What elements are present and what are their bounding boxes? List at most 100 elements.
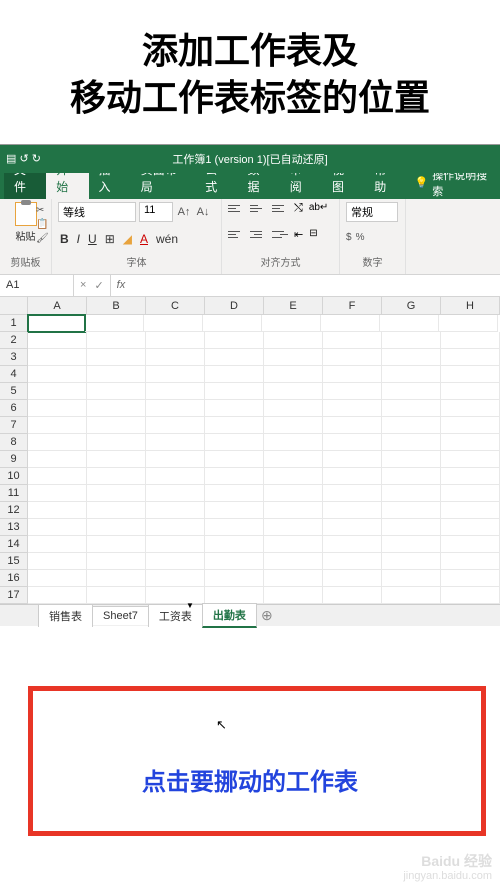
cell[interactable]	[323, 502, 382, 519]
cell[interactable]	[323, 349, 382, 366]
enter-icon[interactable]: ✓	[94, 279, 103, 292]
percent-icon[interactable]: %	[356, 232, 365, 243]
cell[interactable]	[441, 502, 500, 519]
col-header[interactable]: D	[205, 297, 264, 314]
indent-left-icon[interactable]: ⇤	[294, 228, 303, 242]
cell[interactable]	[205, 451, 264, 468]
cell[interactable]	[205, 332, 264, 349]
cell[interactable]	[323, 451, 382, 468]
copy-icon[interactable]: 📋	[36, 219, 49, 230]
font-size-select[interactable]: 11	[139, 202, 173, 222]
cell[interactable]	[146, 519, 205, 536]
cell[interactable]	[441, 553, 500, 570]
cell[interactable]	[264, 332, 323, 349]
cell[interactable]	[205, 468, 264, 485]
cell[interactable]	[28, 502, 87, 519]
cell[interactable]	[87, 400, 146, 417]
cell[interactable]	[28, 536, 87, 553]
cell[interactable]	[441, 587, 500, 604]
row-header[interactable]: 13	[0, 519, 28, 536]
sheet-tab-sales[interactable]: 销售表	[38, 604, 93, 627]
underline-button[interactable]: U	[86, 232, 99, 246]
cell[interactable]	[87, 417, 146, 434]
cell[interactable]	[87, 536, 146, 553]
cell[interactable]	[382, 553, 441, 570]
cell[interactable]	[441, 570, 500, 587]
cell[interactable]	[321, 315, 380, 332]
cell[interactable]	[205, 366, 264, 383]
cell[interactable]	[441, 400, 500, 417]
cell[interactable]	[87, 332, 146, 349]
col-header[interactable]: H	[441, 297, 500, 314]
align-right-icon[interactable]	[272, 228, 288, 242]
align-bottom-icon[interactable]	[272, 202, 288, 216]
cell[interactable]	[205, 383, 264, 400]
cell[interactable]	[382, 468, 441, 485]
cell[interactable]	[323, 400, 382, 417]
italic-button[interactable]: I	[75, 232, 82, 246]
cell[interactable]	[205, 553, 264, 570]
cell[interactable]	[264, 553, 323, 570]
cell[interactable]	[28, 587, 87, 604]
row-header[interactable]: 6	[0, 400, 28, 417]
align-middle-icon[interactable]	[250, 202, 266, 216]
wrap-text-button[interactable]: ab↵	[309, 202, 329, 216]
cell[interactable]	[146, 485, 205, 502]
cell[interactable]	[382, 400, 441, 417]
formula-input[interactable]	[131, 275, 500, 296]
increase-font-icon[interactable]: A↑	[176, 204, 192, 220]
cell[interactable]	[382, 485, 441, 502]
cell[interactable]	[87, 366, 146, 383]
cell[interactable]	[87, 587, 146, 604]
cell[interactable]	[264, 536, 323, 553]
orientation-icon[interactable]: ⤭	[294, 202, 303, 216]
cell[interactable]	[87, 383, 146, 400]
merge-button[interactable]: ⊟	[309, 228, 317, 242]
cell[interactable]	[323, 553, 382, 570]
row-header[interactable]: 9	[0, 451, 28, 468]
cell[interactable]	[146, 383, 205, 400]
row-header[interactable]: 12	[0, 502, 28, 519]
cell[interactable]	[382, 366, 441, 383]
col-header[interactable]: F	[323, 297, 382, 314]
cell[interactable]	[28, 366, 87, 383]
row-header[interactable]: 8	[0, 434, 28, 451]
cell[interactable]	[28, 434, 87, 451]
currency-icon[interactable]: $	[346, 232, 352, 243]
number-format-select[interactable]: 常规	[346, 202, 398, 222]
cell[interactable]	[264, 587, 323, 604]
cell[interactable]	[205, 349, 264, 366]
cell[interactable]	[382, 383, 441, 400]
col-header[interactable]: B	[87, 297, 146, 314]
format-painter-icon[interactable]: 🖌	[36, 233, 49, 244]
sheet-tab-salary[interactable]: 工资表	[148, 604, 203, 627]
cell[interactable]	[264, 519, 323, 536]
cell[interactable]	[28, 485, 87, 502]
cell[interactable]	[264, 434, 323, 451]
cell[interactable]	[28, 383, 87, 400]
row-header[interactable]: 16	[0, 570, 28, 587]
fill-color-button[interactable]: ◢	[121, 232, 134, 246]
row-header[interactable]: 15	[0, 553, 28, 570]
cell[interactable]	[439, 315, 498, 332]
cell[interactable]	[87, 468, 146, 485]
cell[interactable]	[382, 587, 441, 604]
cell[interactable]	[264, 570, 323, 587]
cell[interactable]	[323, 468, 382, 485]
cell[interactable]	[323, 519, 382, 536]
cell[interactable]	[146, 349, 205, 366]
cell[interactable]	[146, 451, 205, 468]
cell[interactable]	[205, 587, 264, 604]
cancel-icon[interactable]: ×	[80, 279, 86, 291]
cell[interactable]	[380, 315, 439, 332]
cell[interactable]	[146, 502, 205, 519]
name-box[interactable]: A1	[0, 275, 74, 296]
cell[interactable]	[441, 485, 500, 502]
row-header[interactable]: 3	[0, 349, 28, 366]
cell[interactable]	[264, 451, 323, 468]
cell[interactable]	[382, 417, 441, 434]
cell[interactable]	[323, 536, 382, 553]
cell[interactable]	[87, 502, 146, 519]
cell[interactable]	[264, 485, 323, 502]
font-name-select[interactable]: 等线	[58, 202, 136, 222]
